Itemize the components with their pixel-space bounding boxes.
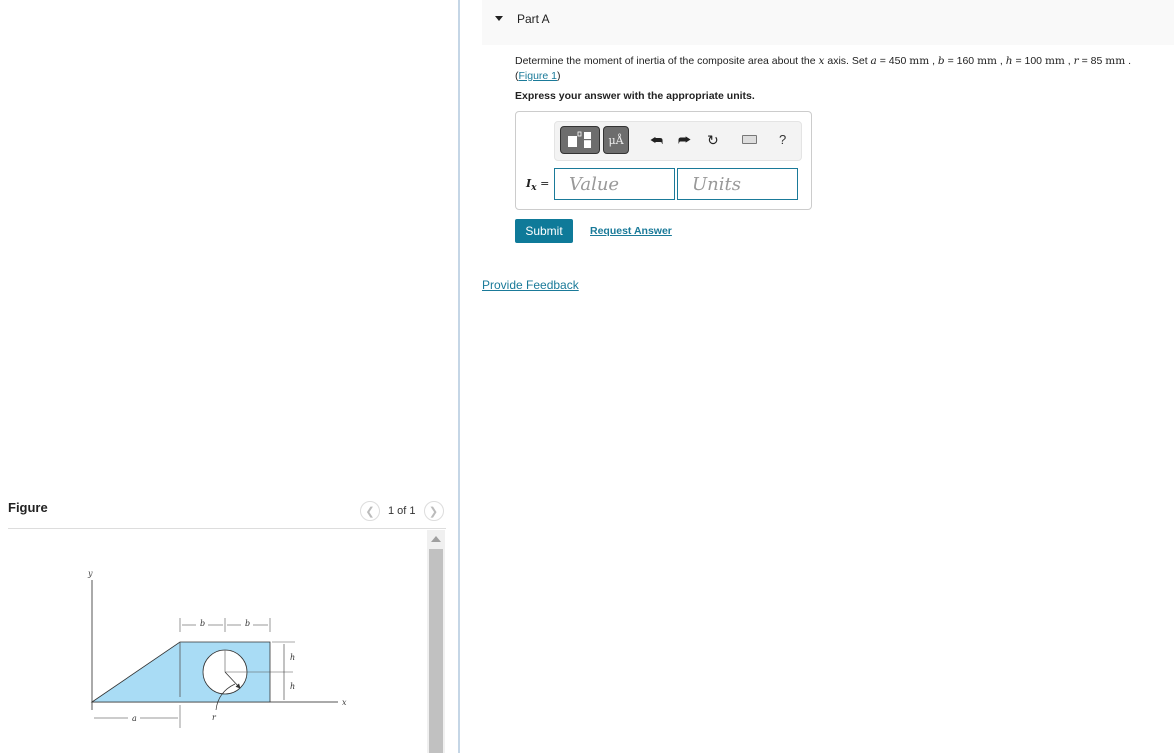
units-button[interactable]: μÅ: [603, 126, 629, 154]
math-toolbar: μÅ ⮪ ⮫ ↻ ?: [554, 121, 802, 161]
param-value: 100: [1024, 55, 1043, 67]
request-answer-link[interactable]: Request Answer: [590, 225, 672, 237]
templates-icon: [568, 131, 591, 148]
next-figure-button[interactable]: ❯: [423, 501, 444, 521]
y-axis-label: y: [87, 569, 93, 578]
submit-button[interactable]: Submit: [515, 219, 573, 243]
x-axis-label: x: [342, 698, 347, 707]
problem-text: Determine the moment of inertia of the c…: [515, 55, 819, 67]
value-input[interactable]: [554, 168, 675, 200]
figure-scrollbar[interactable]: [427, 530, 445, 753]
param-var: r: [1073, 55, 1079, 67]
instruction-text: Express your answer with the appropriate…: [515, 90, 755, 102]
part-title: Part A: [517, 12, 550, 26]
answer-box: μÅ ⮪ ⮫ ↻ ? Ix =: [515, 111, 812, 210]
help-button[interactable]: ?: [779, 132, 786, 147]
param-value: 450: [888, 55, 907, 67]
param-var: b: [937, 55, 945, 67]
scroll-thumb[interactable]: [429, 549, 443, 753]
part-a-header[interactable]: Part A: [482, 0, 1174, 45]
figure-title: Figure: [8, 500, 48, 515]
figure-pagination: ❮ 1 of 1 ❯: [360, 501, 444, 521]
h1-label: h: [290, 653, 295, 662]
panel-divider[interactable]: [458, 0, 460, 753]
composite-area-diagram: y x r b b h h a: [87, 569, 347, 728]
a-label: a: [132, 714, 137, 723]
caret-down-icon[interactable]: [495, 16, 503, 21]
figure-divider: [8, 528, 446, 529]
chevron-right-icon: ❯: [428, 505, 439, 518]
problem-statement: Determine the moment of inertia of the c…: [515, 55, 1132, 82]
b2-label: b: [245, 619, 250, 628]
figure-count: 1 of 1: [388, 505, 416, 517]
param-unit: mm: [909, 55, 930, 67]
figure-panel: Figure ❮ 1 of 1 ❯ y x r b b h h a: [0, 0, 458, 753]
param-value: 160: [956, 55, 975, 67]
units-input[interactable]: [677, 168, 798, 200]
figure-link[interactable]: Figure 1: [519, 70, 558, 82]
b1-label: b: [200, 619, 205, 628]
undo-icon[interactable]: ⮪: [650, 132, 663, 149]
redo-icon[interactable]: ⮫: [678, 132, 691, 149]
templates-button[interactable]: [560, 126, 600, 154]
chevron-left-icon: ❮: [365, 505, 375, 518]
label-eq: =: [536, 177, 550, 190]
scroll-up-arrow-icon[interactable]: [431, 536, 441, 542]
provide-feedback-link[interactable]: Provide Feedback: [482, 278, 579, 292]
prev-figure-button[interactable]: ❮: [360, 501, 380, 521]
param-value: 85: [1090, 55, 1103, 67]
reset-icon[interactable]: ↻: [707, 132, 719, 149]
param-unit: mm: [977, 55, 997, 67]
param-var: a: [870, 55, 877, 67]
param-unit: mm: [1105, 55, 1126, 67]
problem-text-2: axis. Set: [824, 55, 871, 67]
h2-label: h: [290, 682, 295, 691]
param-unit: mm: [1044, 55, 1065, 67]
param-var: h: [1005, 55, 1013, 67]
r-label: r: [212, 713, 217, 722]
keyboard-icon[interactable]: [742, 135, 757, 144]
answer-label: Ix =: [526, 177, 549, 193]
